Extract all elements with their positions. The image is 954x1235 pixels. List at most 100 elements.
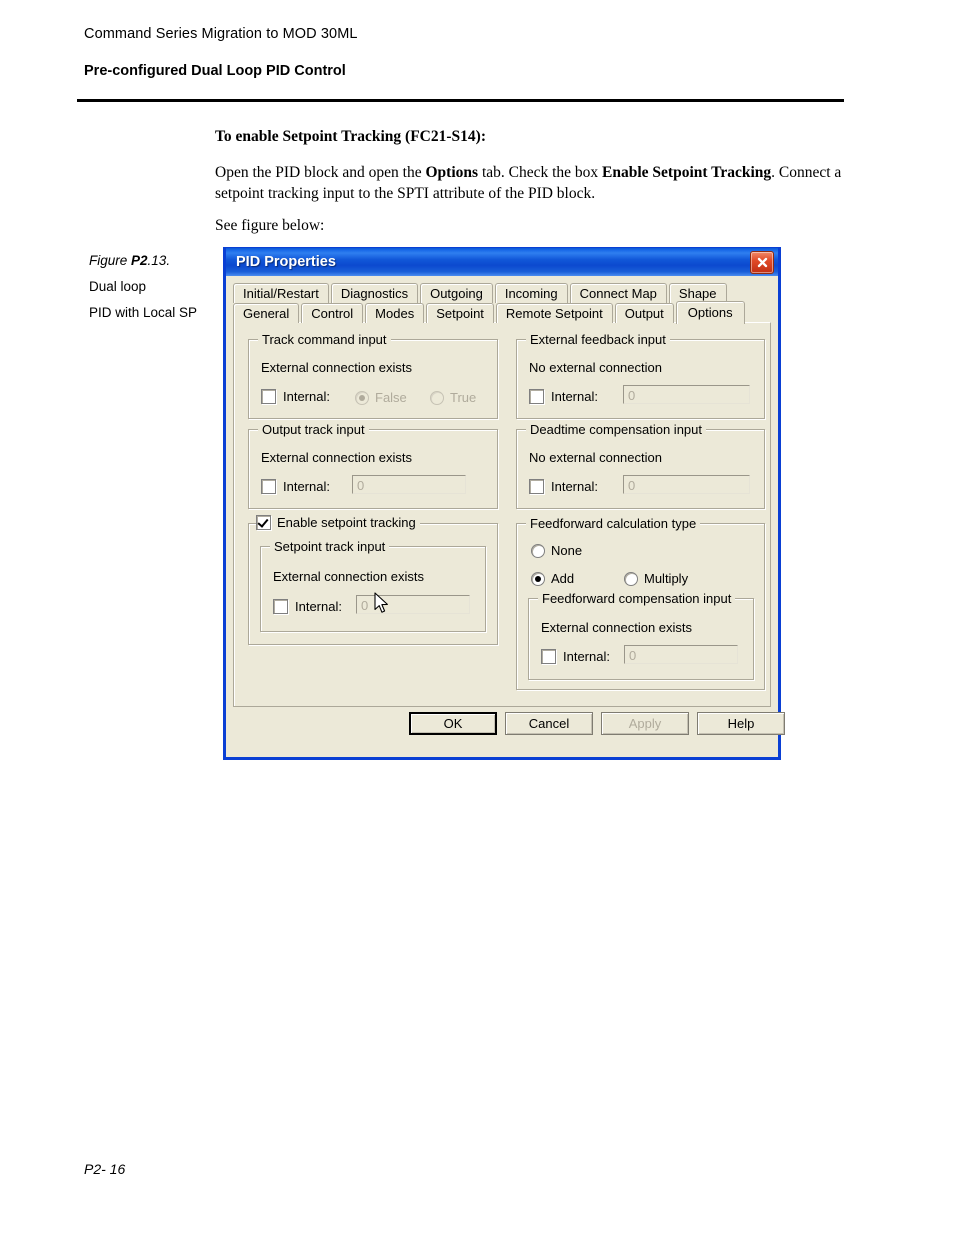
group-enable-setpoint-tracking: Enable setpoint tracking Setpoint track … [248, 515, 498, 645]
feedforward-radio-add[interactable]: Add [531, 571, 574, 586]
track-command-radio-false[interactable]: False [355, 390, 407, 405]
tab-options[interactable]: Options [675, 301, 745, 324]
setpoint-track-internal-checkbox-row[interactable]: Internal: [273, 599, 342, 614]
group-title-output-track-input: Output track input [258, 422, 369, 437]
group-title-external-feedback-input: External feedback input [526, 332, 670, 347]
tab-output[interactable]: Output [614, 303, 674, 323]
track-command-radio-true-label: True [450, 390, 477, 405]
output-track-internal-checkbox[interactable] [261, 479, 276, 494]
track-command-radio-true[interactable]: True [430, 390, 476, 405]
track-command-radio-true-input[interactable] [430, 390, 444, 405]
help-button[interactable]: Help [697, 712, 785, 735]
options-tab-panel: Track command input External connection … [233, 322, 771, 707]
tab-control[interactable]: Control [301, 303, 364, 323]
tab-row-1: Initial/Restart Diagnostics Outgoing Inc… [233, 282, 771, 303]
group-setpoint-track-input: Setpoint track input External connection… [260, 539, 486, 632]
document-section-title: Pre-configured Dual Loop PID Control [84, 63, 346, 79]
tab-setpoint[interactable]: Setpoint [426, 303, 494, 323]
group-title-track-command-input: Track command input [258, 332, 391, 347]
feedforward-compensation-connection-status: External connection exists [541, 620, 693, 635]
tab-outgoing[interactable]: Outgoing [420, 283, 493, 303]
feedforward-compensation-internal-label: Internal: [563, 649, 610, 664]
group-title-feedforward-compensation-input: Feedforward compensation input [538, 591, 736, 606]
output-track-connection-status: External connection exists [261, 450, 413, 465]
external-feedback-connection-status: No external connection [529, 360, 662, 375]
setpoint-track-internal-value-field[interactable]: 0 [356, 595, 470, 614]
cancel-button[interactable]: Cancel [505, 712, 593, 735]
tab-shape[interactable]: Shape [668, 283, 727, 303]
feedforward-compensation-internal-checkbox[interactable] [541, 649, 556, 664]
figure-caption-prefix: Figure [89, 253, 132, 268]
tab-strip: Initial/Restart Diagnostics Outgoing Inc… [233, 282, 771, 707]
figure-caption-line2: Dual loop [89, 279, 147, 294]
tab-general[interactable]: General [233, 303, 300, 323]
track-command-internal-checkbox[interactable] [261, 389, 276, 404]
feedforward-radio-none-label: None [551, 543, 583, 558]
group-deadtime-compensation-input: Deadtime compensation input No external … [516, 422, 765, 509]
document-running-head: Command Series Migration to MOD 30ML [84, 26, 358, 42]
feedforward-compensation-internal-checkbox-row[interactable]: Internal: [541, 649, 610, 664]
group-feedforward-calculation-type: Feedforward calculation type None Add Mu… [516, 516, 765, 690]
para-bold-enable-setpoint-tracking: Enable Setpoint Tracking [602, 164, 772, 181]
track-command-internal-label: Internal: [283, 389, 330, 404]
feedforward-radio-multiply-label: Multiply [644, 571, 689, 586]
close-icon[interactable] [750, 251, 774, 274]
instruction-heading: To enable Setpoint Tracking (FC21-S14): [215, 128, 486, 145]
external-feedback-internal-checkbox-row[interactable]: Internal: [529, 389, 598, 404]
header-divider-rule [77, 99, 844, 102]
dialog-titlebar[interactable]: PID Properties [226, 247, 778, 276]
deadtime-compensation-internal-value-field[interactable]: 0 [623, 475, 750, 494]
deadtime-compensation-internal-checkbox[interactable] [529, 479, 544, 494]
deadtime-compensation-connection-status: No external connection [529, 450, 662, 465]
track-command-internal-checkbox-row[interactable]: Internal: [261, 389, 330, 404]
feedforward-compensation-internal-value-field[interactable]: 0 [624, 645, 738, 664]
feedforward-radio-multiply[interactable]: Multiply [624, 571, 688, 586]
tab-diagnostics[interactable]: Diagnostics [330, 283, 419, 303]
deadtime-compensation-internal-checkbox-row[interactable]: Internal: [529, 479, 598, 494]
figure-caption-suffix: .13. [147, 253, 171, 268]
setpoint-track-internal-checkbox[interactable] [273, 599, 288, 614]
enable-setpoint-tracking-label: Enable setpoint tracking [277, 515, 416, 530]
feedforward-radio-none-input[interactable] [531, 543, 545, 558]
external-feedback-internal-checkbox[interactable] [529, 389, 544, 404]
track-command-radio-false-input[interactable] [355, 390, 369, 405]
tab-initial-restart[interactable]: Initial/Restart [233, 283, 329, 303]
enable-setpoint-tracking-title-row[interactable]: Enable setpoint tracking [256, 515, 420, 530]
external-feedback-internal-value-field[interactable]: 0 [623, 385, 750, 404]
external-feedback-internal-label: Internal: [551, 389, 598, 404]
group-feedforward-compensation-input: Feedforward compensation input External … [528, 591, 754, 680]
tab-modes[interactable]: Modes [365, 303, 425, 323]
tab-incoming[interactable]: Incoming [494, 283, 568, 303]
feedforward-radio-none[interactable]: None [531, 543, 582, 558]
setpoint-track-internal-label: Internal: [295, 599, 342, 614]
see-figure-text: See figure below: [215, 217, 325, 234]
ok-button[interactable]: OK [409, 712, 497, 735]
figure-caption-number: P2 [131, 253, 148, 268]
dialog-title: PID Properties [236, 254, 336, 270]
group-title-deadtime-compensation-input: Deadtime compensation input [526, 422, 706, 437]
track-command-radio-false-label: False [375, 390, 407, 405]
group-external-feedback-input: External feedback input No external conn… [516, 332, 765, 419]
tab-connect-map[interactable]: Connect Map [569, 283, 667, 303]
dialog-button-bar: OK Cancel Apply Help [233, 709, 785, 743]
feedforward-radio-add-label: Add [551, 571, 575, 586]
dialog-body: Initial/Restart Diagnostics Outgoing Inc… [226, 276, 785, 757]
group-output-track-input: Output track input External connection e… [248, 422, 498, 509]
instruction-paragraph: Open the PID block and open the Options … [215, 162, 845, 204]
output-track-internal-checkbox-row[interactable]: Internal: [261, 479, 330, 494]
figure-caption: Figure P2.13. Dual loop PID with Local S… [89, 253, 214, 320]
output-track-internal-value-field[interactable]: 0 [352, 475, 466, 494]
apply-button[interactable]: Apply [601, 712, 689, 735]
group-title-setpoint-track-input: Setpoint track input [270, 539, 390, 554]
para-bold-options: Options [425, 164, 479, 181]
pid-properties-dialog: PID Properties Initial/Restart Diagnosti… [223, 247, 785, 760]
deadtime-compensation-internal-label: Internal: [551, 479, 598, 494]
feedforward-radio-multiply-input[interactable] [624, 571, 638, 586]
output-track-internal-label: Internal: [283, 479, 330, 494]
group-track-command-input: Track command input External connection … [248, 332, 498, 419]
feedforward-radio-add-input[interactable] [531, 571, 545, 586]
group-title-feedforward-calculation-type: Feedforward calculation type [526, 516, 701, 531]
tab-remote-setpoint[interactable]: Remote Setpoint [495, 303, 613, 323]
enable-setpoint-tracking-checkbox[interactable] [256, 515, 271, 530]
track-command-connection-status: External connection exists [261, 360, 413, 375]
